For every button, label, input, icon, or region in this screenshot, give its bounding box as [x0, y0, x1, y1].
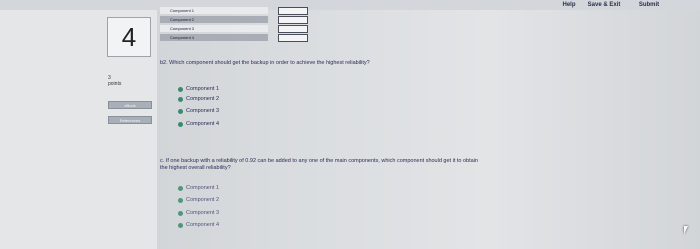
radio-icon[interactable]: [178, 86, 183, 92]
component-row: Component 2: [160, 16, 310, 24]
question-c-line-1: c. If one backup with a reliability of 0…: [160, 158, 478, 164]
references-button[interactable]: References: [108, 116, 152, 124]
b2-option-component-4[interactable]: Component 4: [178, 121, 219, 127]
c-option-component-2[interactable]: Component 2: [178, 197, 219, 203]
option-label: Component 1: [186, 185, 220, 191]
radio-icon[interactable]: [178, 108, 183, 114]
question-number: 4: [107, 17, 151, 57]
component-label: Component 3: [160, 25, 268, 32]
component-box: [278, 25, 308, 33]
points-info: 3 points: [108, 75, 121, 87]
c-option-component-3[interactable]: Component 3: [178, 210, 219, 216]
b2-option-component-1[interactable]: Component 1: [178, 86, 219, 92]
help-button[interactable]: Help: [557, 0, 581, 9]
question-c-text: c. If one backup with a reliability of 0…: [160, 158, 620, 172]
question-b2-text: b2. Which component should get the backu…: [160, 60, 370, 66]
save-exit-button[interactable]: Save & Exit: [582, 0, 626, 9]
option-label: Component 4: [186, 222, 220, 228]
points-label: points: [108, 81, 122, 87]
c-option-component-4[interactable]: Component 4: [178, 222, 219, 228]
component-box: [278, 7, 308, 15]
component-box: [278, 34, 308, 42]
option-label: Component 3: [186, 210, 220, 216]
c-option-component-1[interactable]: Component 1: [178, 185, 219, 191]
radio-icon[interactable]: [178, 121, 183, 127]
radio-icon[interactable]: [178, 210, 183, 216]
component-row: Component 1: [160, 7, 310, 15]
b2-option-component-3[interactable]: Component 3: [178, 108, 219, 114]
component-label: Component 1: [160, 7, 268, 14]
component-label: Component 2: [160, 16, 268, 23]
submit-button[interactable]: Submit: [628, 0, 670, 9]
component-label: Component 4: [160, 34, 268, 41]
option-label: Component 2: [186, 197, 220, 203]
option-label: Component 2: [186, 96, 220, 102]
option-label: Component 4: [186, 121, 220, 127]
component-box: [278, 16, 308, 24]
option-label: Component 1: [186, 86, 220, 92]
b2-option-component-2[interactable]: Component 2: [178, 96, 219, 102]
radio-icon[interactable]: [178, 197, 183, 203]
mouse-cursor-icon: [684, 226, 692, 234]
component-row: Component 4: [160, 34, 310, 42]
radio-icon[interactable]: [178, 96, 183, 102]
question-c-line-2: the highest overall reliability?: [160, 165, 231, 171]
radio-icon[interactable]: [178, 222, 183, 228]
component-row: Component 3: [160, 25, 310, 33]
ebook-button[interactable]: eBook: [108, 101, 152, 109]
option-label: Component 3: [186, 108, 220, 114]
component-diagram: Component 1 Component 2 Component 3 Comp…: [160, 7, 310, 43]
radio-icon[interactable]: [178, 185, 183, 191]
